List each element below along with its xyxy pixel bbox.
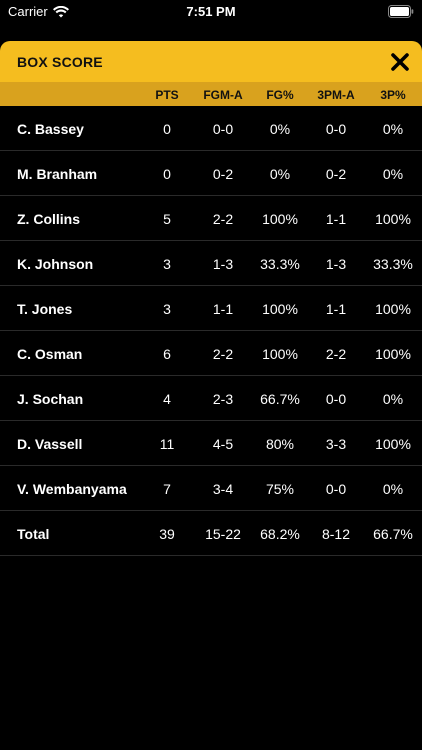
page-title: BOX SCORE xyxy=(17,54,103,70)
battery-icon xyxy=(388,5,414,18)
col-header-fg-pct: FG% xyxy=(266,88,294,102)
fg-pct-cell: 33.3% xyxy=(260,256,300,272)
table-row: Z. Collins 5 2-2 100% 1-1 100% xyxy=(0,196,422,241)
column-header-row: PTS FGM-A FG% 3PM-A 3P% xyxy=(0,82,422,106)
pts-cell: 5 xyxy=(163,211,171,227)
fgm-a-cell: 3-4 xyxy=(212,481,234,497)
player-name: Z. Collins xyxy=(17,211,80,227)
player-name: C. Bassey xyxy=(17,121,84,137)
player-name: J. Sochan xyxy=(17,391,84,407)
fg-pct-cell: 80% xyxy=(265,436,295,452)
table-row: V. Wembanyama 7 3-4 75% 0-0 0% xyxy=(0,466,422,511)
table-row: T. Jones 3 1-1 100% 1-1 100% xyxy=(0,286,422,331)
fgm-a-cell: 0-2 xyxy=(212,166,234,182)
3pm-a-cell: 0-2 xyxy=(325,166,347,182)
player-name: T. Jones xyxy=(17,301,73,317)
pts-cell: 4 xyxy=(163,391,171,407)
3pm-a-cell: 1-1 xyxy=(325,301,347,317)
fgm-a-cell: 1-3 xyxy=(212,256,234,272)
total-label: Total xyxy=(17,526,50,542)
3p-pct-cell: 100% xyxy=(375,436,411,452)
table-row: K. Johnson 3 1-3 33.3% 1-3 33.3% xyxy=(0,241,422,286)
player-name: K. Johnson xyxy=(17,256,94,272)
3pm-a-cell: 0-0 xyxy=(325,481,347,497)
fg-pct-cell: 0% xyxy=(269,121,291,137)
col-header-3pm-a: 3PM-A xyxy=(317,88,355,102)
fgm-a-cell: 15-22 xyxy=(205,526,241,542)
pts-cell: 6 xyxy=(163,346,171,362)
pts-cell: 0 xyxy=(163,121,171,137)
fg-pct-cell: 100% xyxy=(262,211,298,227)
fgm-a-cell: 0-0 xyxy=(212,121,234,137)
player-name: C. Osman xyxy=(17,346,83,362)
3pm-a-cell: 0-0 xyxy=(325,121,347,137)
status-time: 7:51 PM xyxy=(186,4,236,19)
pts-cell: 0 xyxy=(163,166,171,182)
3p-pct-cell: 0% xyxy=(382,481,404,497)
3p-pct-cell: 100% xyxy=(375,301,411,317)
3pm-a-cell: 0-0 xyxy=(325,391,347,407)
pts-cell: 3 xyxy=(163,301,171,317)
pts-cell: 11 xyxy=(159,436,175,452)
3pm-a-cell: 3-3 xyxy=(325,436,347,452)
col-header-fgm-a: FGM-A xyxy=(203,88,243,102)
fgm-a-cell: 2-3 xyxy=(212,391,234,407)
fg-pct-cell: 100% xyxy=(262,301,298,317)
close-icon xyxy=(391,53,409,71)
fg-pct-cell: 0% xyxy=(269,166,291,182)
col-header-3p-pct: 3P% xyxy=(380,88,406,102)
player-name: M. Branham xyxy=(17,166,98,182)
fgm-a-cell: 4-5 xyxy=(212,436,234,452)
close-button[interactable] xyxy=(388,50,412,74)
fgm-a-cell: 2-2 xyxy=(212,211,234,227)
table-row: C. Osman 6 2-2 100% 2-2 100% xyxy=(0,331,422,376)
3p-pct-cell: 100% xyxy=(375,211,411,227)
status-right xyxy=(388,5,414,18)
3pm-a-cell: 2-2 xyxy=(325,346,347,362)
table-row: C. Bassey 0 0-0 0% 0-0 0% xyxy=(0,106,422,151)
pts-cell: 39 xyxy=(159,526,175,542)
3p-pct-cell: 0% xyxy=(382,121,404,137)
3pm-a-cell: 1-1 xyxy=(325,211,347,227)
box-score-table: C. Bassey 0 0-0 0% 0-0 0% M. Branham 0 0… xyxy=(0,106,422,556)
3p-pct-cell: 0% xyxy=(382,391,404,407)
3pm-a-cell: 8-12 xyxy=(321,526,351,542)
fg-pct-cell: 100% xyxy=(262,346,298,362)
player-name: V. Wembanyama xyxy=(17,481,127,497)
col-header-pts: PTS xyxy=(155,88,179,102)
player-name: D. Vassell xyxy=(17,436,83,452)
fg-pct-cell: 66.7% xyxy=(260,391,300,407)
fg-pct-cell: 68.2% xyxy=(260,526,300,542)
3p-pct-cell: 33.3% xyxy=(373,256,413,272)
table-row: D. Vassell 11 4-5 80% 3-3 100% xyxy=(0,421,422,466)
3p-pct-cell: 0% xyxy=(382,166,404,182)
table-row: M. Branham 0 0-2 0% 0-2 0% xyxy=(0,151,422,196)
fg-pct-cell: 75% xyxy=(265,481,295,497)
fgm-a-cell: 2-2 xyxy=(212,346,234,362)
status-bar: Carrier 7:51 PM xyxy=(0,0,422,24)
3pm-a-cell: 1-3 xyxy=(325,256,347,272)
3p-pct-cell: 66.7% xyxy=(373,526,413,542)
pts-cell: 3 xyxy=(163,256,171,272)
fgm-a-cell: 1-1 xyxy=(212,301,234,317)
box-score-header: BOX SCORE xyxy=(0,41,422,82)
3p-pct-cell: 100% xyxy=(375,346,411,362)
pts-cell: 7 xyxy=(163,481,171,497)
total-row: Total 39 15-22 68.2% 8-12 66.7% xyxy=(0,511,422,556)
table-row: J. Sochan 4 2-3 66.7% 0-0 0% xyxy=(0,376,422,421)
